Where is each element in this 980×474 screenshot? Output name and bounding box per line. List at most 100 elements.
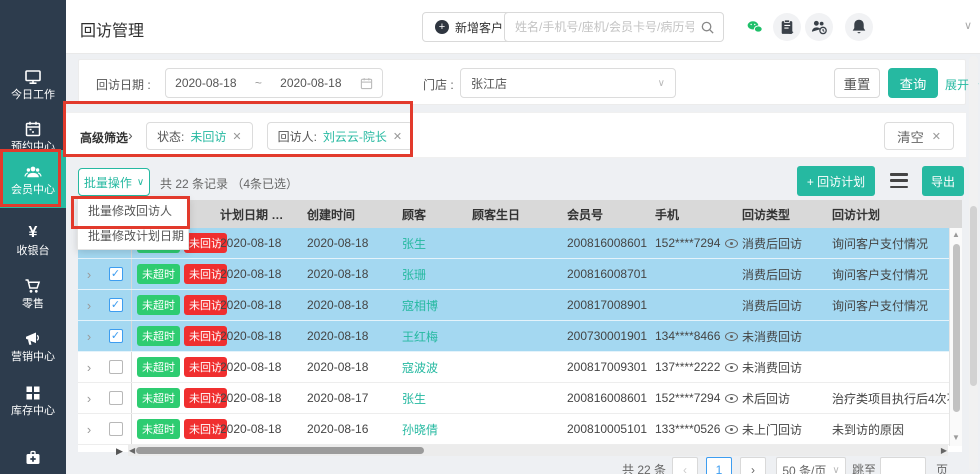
sidebar-item-cashier[interactable]: ¥收银台 [0,214,66,266]
eye-icon[interactable] [725,239,738,248]
megaphone-icon [23,330,43,348]
scrollbar-thumb[interactable] [136,447,424,454]
close-icon: ✕ [932,130,941,143]
query-button[interactable]: 查询 [888,68,938,98]
row-expand-icon[interactable]: › [87,267,91,282]
customer-cell: 张珊 [402,266,472,283]
created-cell: 2020-08-18 [307,236,402,250]
table-horizontal-scrollbar[interactable]: ◀ ▶ [128,445,948,456]
pagination-total: 共 22 条 [622,461,666,474]
sidebar-item-medical[interactable] [0,432,66,474]
row-expand-cell: › [78,422,100,437]
date-separator: ~ [255,76,262,90]
row-checkbox[interactable]: ✓ [109,298,123,312]
member-no-cell: 200730001901 [567,329,655,343]
wechat-icon[interactable] [741,13,769,41]
header-phone: 手机 [655,206,742,223]
eye-icon[interactable] [725,425,738,434]
chevron-down-icon: ∨ [658,78,665,89]
pagination-prev-button[interactable]: ‹ [672,457,698,474]
add-customer-button[interactable]: + 新增客户 [422,12,516,42]
scroll-down-icon[interactable]: ▼ [950,433,962,442]
table-row: ›✓未超时未回访2020-08-182020-08-18寇相博200817008… [78,290,962,321]
phone-cell: 134****8466 [655,329,742,343]
sidebar-item-marketing-center[interactable]: 营销中心 [0,320,66,372]
customer-link[interactable]: 张生 [402,392,426,406]
jump-input-field[interactable] [883,463,923,474]
customer-link[interactable]: 王红梅 [402,330,438,344]
row-checkbox[interactable] [109,422,123,436]
scroll-left-icon[interactable]: ◀ [129,445,135,456]
plan-date-cell: 2020-08-18 [220,236,307,250]
created-cell: 2020-08-18 [307,360,402,374]
column-settings-icon[interactable] [890,173,908,188]
customer-link[interactable]: 孙晓倩 [402,423,438,437]
created-cell: 2020-08-18 [307,298,402,312]
sidebar-item-inventory-center[interactable]: 库存中心 [0,374,66,426]
advanced-filter-arrow-icon[interactable]: › [128,127,133,143]
eye-icon[interactable] [725,332,738,341]
visit-date-range-picker[interactable]: 2020-08-18 ~ 2020-08-18 [165,68,383,98]
sidebar-item-today-work[interactable]: 今日工作 [0,58,66,110]
clear-filters-button[interactable]: 清空 ✕ [884,122,954,150]
store-label: 门店 : [423,76,454,93]
row-status-cell: 未超时未回访 [132,388,220,408]
medkit-icon [23,449,43,467]
row-checkbox[interactable] [109,360,123,374]
scroll-up-icon[interactable]: ▲ [950,230,962,239]
row-expand-icon[interactable]: › [87,391,91,406]
dropdown-item-batch-edit-visitor[interactable]: 批量修改回访人 [78,199,188,224]
page-size-select[interactable]: 50 条/页∨ [776,457,846,474]
scroll-right-icon[interactable]: ▶ [941,445,947,456]
reset-button[interactable]: 重置 [834,68,880,98]
customer-link[interactable]: 张生 [402,237,426,251]
search-icon[interactable] [700,20,715,35]
chip-close-icon[interactable]: ✕ [393,130,402,143]
batch-operation-button[interactable]: 批量操作∨ [78,168,150,196]
sidebar-item-label: 会员中心 [11,185,55,196]
bell-icon[interactable] [845,13,873,41]
clipboard-phone-icon[interactable] [773,13,801,41]
sidebar-item-member-center[interactable]: 会员中心 [0,150,66,208]
row-expand-icon[interactable]: › [87,329,91,344]
customer-link[interactable]: 张珊 [402,268,426,282]
page-vertical-scrollbar[interactable] [969,56,978,472]
topbar-collapse-chevron-icon[interactable]: ∨ [964,19,972,32]
sidebar-item-label: 库存中心 [11,406,55,417]
chip-close-icon[interactable]: ✕ [232,130,241,143]
row-expand-icon[interactable]: › [87,360,91,375]
store-select[interactable]: 张江店 ∨ [460,68,676,98]
add-visit-plan-button[interactable]: + 回访计划 [797,166,875,196]
visit-type-cell: 术后回访 [742,390,832,407]
fixed-column-arrow-icon[interactable]: ▶ [116,446,123,457]
customer-link[interactable]: 寇相博 [402,299,438,313]
customer-link[interactable]: 寇波波 [402,361,438,375]
search-input[interactable] [505,20,700,34]
table-vertical-scrollbar[interactable]: ▲ ▼ [949,228,962,446]
customer-cell: 张生 [402,235,472,252]
customers-clock-icon[interactable] [805,13,833,41]
row-checkbox[interactable] [109,391,123,405]
eye-icon[interactable] [725,363,738,372]
dropdown-item-batch-edit-plan-date[interactable]: 批量修改计划日期 [78,224,188,249]
eye-icon[interactable] [725,394,738,403]
row-expand-cell: › [78,391,100,406]
plan-date-cell: 2020-08-18 [220,422,307,436]
visit-type-cell: 未上门回访 [742,421,832,438]
row-expand-icon[interactable]: › [87,422,91,437]
pagination-current-page[interactable]: 1 [706,457,732,474]
crm-page: 今日工作预约中心会员中心¥收银台零售营销中心库存中心 回访管理 + 新增客户 ∨… [0,0,980,474]
row-expand-icon[interactable]: › [87,298,91,313]
scrollbar-thumb[interactable] [970,206,977,386]
pagination-next-button[interactable]: › [740,457,766,474]
sidebar-item-label: 今日工作 [11,90,55,101]
row-checkbox[interactable]: ✓ [109,267,123,281]
add-customer-label: 新增客户 [455,19,503,36]
jump-page-input[interactable] [880,457,926,474]
table-row: ›未超时未回访2020-08-182020-08-17张生20081600860… [78,383,962,414]
sidebar-item-retail[interactable]: 零售 [0,267,66,319]
header-plan-date: 计划日期 … [220,206,307,223]
row-checkbox[interactable]: ✓ [109,329,123,343]
scrollbar-thumb[interactable] [953,244,960,412]
export-button[interactable]: 导出 [922,166,964,196]
